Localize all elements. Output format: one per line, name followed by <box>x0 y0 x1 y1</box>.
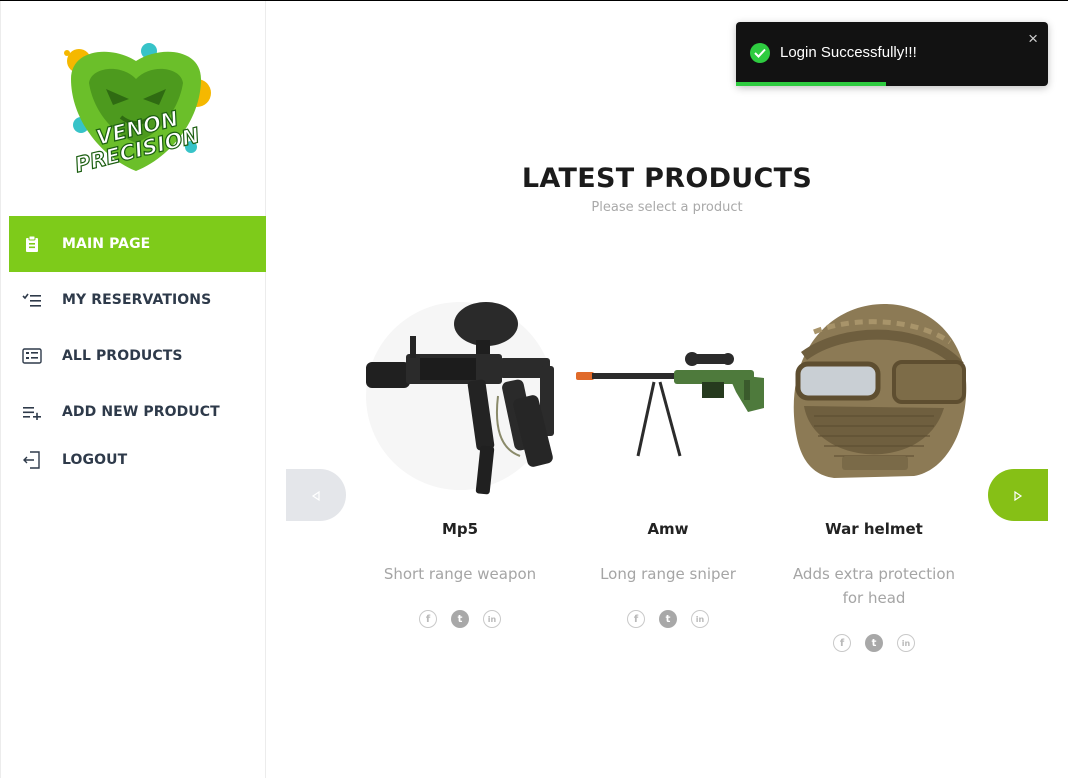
sidebar-item-all-products[interactable]: ALL PRODUCTS <box>9 328 266 384</box>
sidebar: VENON PRECISION MAIN PAGE MY RESERVATION… <box>0 1 266 778</box>
page-subtitle: Please select a product <box>591 200 743 215</box>
brand-logo[interactable]: VENON PRECISION <box>51 39 221 179</box>
main-content: LATEST PRODUCTS Please select a product <box>266 1 1068 778</box>
product-name: Mp5 <box>441 520 479 538</box>
product-card[interactable]: War helmet Adds extra protection for hea… <box>774 296 974 652</box>
linkedin-icon[interactable]: in <box>483 610 501 628</box>
linkedin-icon[interactable]: in <box>897 634 915 652</box>
toast-progress-bar <box>736 82 886 86</box>
clipboard-icon <box>21 233 43 255</box>
chevron-left-icon <box>311 486 321 505</box>
toast-progress-track <box>736 82 1048 86</box>
page-title: LATEST PRODUCTS <box>521 163 813 194</box>
sidebar-item-my-reservations[interactable]: MY RESERVATIONS <box>9 272 266 328</box>
carousel-prev-button[interactable] <box>286 469 346 521</box>
product-name: War helmet <box>825 520 923 538</box>
facebook-icon[interactable]: f <box>627 610 645 628</box>
toast-message: Login Successfully!!! <box>780 44 917 61</box>
product-image-helmet[interactable] <box>774 296 974 496</box>
product-description: Short range weapon <box>383 565 537 583</box>
sidebar-item-label: ALL PRODUCTS <box>62 348 183 364</box>
list-card-icon <box>21 345 43 367</box>
twitter-icon[interactable]: t <box>865 634 883 652</box>
twitter-icon[interactable]: t <box>451 610 469 628</box>
product-image-sniper[interactable] <box>568 296 768 496</box>
sidebar-item-main-page[interactable]: MAIN PAGE <box>9 216 266 272</box>
add-list-icon <box>21 401 43 423</box>
facebook-icon[interactable]: f <box>419 610 437 628</box>
social-links: f t in <box>774 634 974 652</box>
product-description: Adds extra protection for head <box>792 565 956 607</box>
sidebar-item-label: MAIN PAGE <box>62 236 151 252</box>
sidebar-item-add-new-product[interactable]: ADD NEW PRODUCT <box>9 384 266 440</box>
product-description: Long range sniper <box>600 565 736 583</box>
linkedin-icon[interactable]: in <box>691 610 709 628</box>
logout-icon <box>21 449 43 471</box>
toast-notification[interactable]: Login Successfully!!! × <box>736 22 1048 86</box>
chevron-right-icon <box>1013 486 1023 505</box>
sidebar-nav: MAIN PAGE MY RESERVATIONS ALL PRODUCTS A… <box>9 216 266 480</box>
sidebar-item-label: MY RESERVATIONS <box>62 292 212 308</box>
product-name: Amw <box>647 520 689 538</box>
product-image-marker[interactable] <box>360 296 560 496</box>
twitter-icon[interactable]: t <box>659 610 677 628</box>
checklist-icon <box>21 289 43 311</box>
facebook-icon[interactable]: f <box>833 634 851 652</box>
social-links: f t in <box>360 610 560 628</box>
product-card[interactable]: Amw Long range sniper f t in <box>568 296 768 628</box>
sidebar-item-logout[interactable]: LOGOUT <box>9 440 266 480</box>
product-card[interactable]: Mp5 Short range weapon f t in <box>360 296 560 628</box>
carousel-next-button[interactable] <box>988 469 1048 521</box>
check-circle-icon <box>750 43 770 63</box>
sidebar-item-label: LOGOUT <box>62 452 128 468</box>
sidebar-item-label: ADD NEW PRODUCT <box>62 404 220 420</box>
close-icon[interactable]: × <box>1028 29 1038 49</box>
social-links: f t in <box>568 610 768 628</box>
